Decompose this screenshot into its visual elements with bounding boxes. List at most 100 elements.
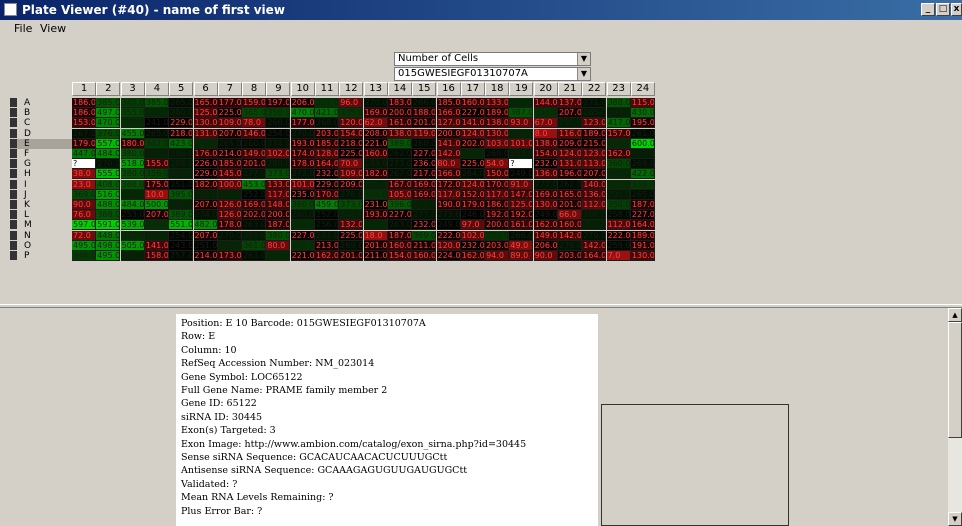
well-cell[interactable]: 49.0 [509, 240, 534, 251]
well-cell[interactable]: 270.0 [96, 159, 121, 170]
well-cell[interactable]: 186.0 [485, 200, 510, 210]
well-cell[interactable]: 232.0 [412, 220, 437, 231]
well-cell[interactable]: 119.0 [412, 128, 437, 139]
well-cell[interactable]: 261.0 [630, 128, 655, 139]
well-cell[interactable]: 380.0 [120, 179, 145, 190]
well-cell[interactable]: 170.0 [315, 189, 339, 200]
well-cell[interactable]: 484.0 [96, 149, 121, 159]
well-cell[interactable]: 66.0 [558, 210, 582, 221]
well-cell[interactable]: 270.0 [363, 98, 388, 108]
well-cell[interactable]: 518.0 [120, 159, 145, 170]
well-cell[interactable]: 277.0 [242, 169, 267, 180]
well-cell[interactable]: 360.0 [606, 159, 631, 170]
well-cell[interactable]: 470.0 [290, 108, 315, 119]
well-cell[interactable]: 214.0 [217, 149, 242, 159]
well-cell[interactable]: 180.0 [120, 138, 145, 149]
well-cell[interactable]: 232.0 [315, 169, 339, 180]
well-cell[interactable]: 241.0 [144, 118, 169, 129]
column-header-14[interactable]: 14 [387, 82, 412, 96]
well-cell[interactable]: 350.0 [266, 108, 291, 119]
well-cell[interactable]: 193.0 [290, 138, 315, 149]
well-cell[interactable]: 185.0 [436, 98, 461, 108]
well-cell[interactable]: 186.0 [72, 108, 96, 119]
well-cell[interactable]: 500.0 [144, 200, 169, 210]
column-header-6[interactable]: 6 [193, 82, 218, 96]
well-cell[interactable]: 164.0 [630, 220, 655, 231]
column-header-23[interactable]: 23 [606, 82, 631, 96]
column-header-22[interactable]: 22 [582, 82, 607, 96]
well-cell[interactable]: 388.0 [96, 210, 121, 221]
well-cell[interactable]: 266.0 [509, 230, 534, 241]
well-cell[interactable]: 329.0 [485, 230, 510, 241]
well-cell[interactable]: 227.0 [387, 210, 412, 221]
well-cell[interactable]: 254.0 [266, 128, 291, 139]
well-cell[interactable]: 97.0 [460, 220, 485, 231]
well-cell[interactable]: 269.0 [630, 159, 655, 170]
close-button[interactable]: x [951, 3, 962, 16]
well-cell[interactable]: 279.0 [558, 240, 582, 251]
well-cell[interactable]: 495.0 [72, 240, 96, 251]
well-cell[interactable]: 117.0 [266, 189, 291, 200]
well-cell[interactable]: 380.0 [120, 169, 145, 180]
well-cell[interactable]: 169.0 [363, 108, 388, 119]
well-cell[interactable]: 311.0 [606, 169, 631, 180]
well-cell[interactable]: 188.0 [412, 108, 437, 119]
column-header-2[interactable]: 2 [96, 82, 121, 96]
well-cell[interactable]: 200.0 [266, 210, 291, 221]
well-cell[interactable]: 93.0 [509, 118, 534, 129]
well-cell[interactable]: 299.0 [412, 200, 437, 210]
well-cell[interactable]: 300.0 [193, 189, 218, 200]
well-cell[interactable]: 274.0 [193, 210, 218, 221]
well-cell[interactable]: 271.0 [582, 98, 607, 108]
row-header-D[interactable]: D [10, 128, 72, 139]
well-cell[interactable]: 213.0 [315, 240, 339, 251]
well-cell[interactable]: 551.0 [169, 220, 194, 231]
well-cell[interactable]: 185.0 [315, 138, 339, 149]
well-cell[interactable]: 266.0 [266, 118, 291, 129]
well-cell[interactable]: 160.0 [558, 220, 582, 231]
well-cell[interactable]: 203.0 [485, 240, 510, 251]
row-header-J[interactable]: J [10, 189, 72, 200]
well-cell[interactable]: 277.0 [533, 179, 558, 190]
well-cell[interactable]: 227.0 [412, 149, 437, 159]
well-cell[interactable]: 96.0 [339, 98, 364, 108]
well-cell[interactable]: 161.0 [509, 220, 534, 231]
well-cell[interactable]: 155.0 [144, 159, 169, 170]
well-cell[interactable]: 133.0 [485, 98, 510, 108]
chevron-down-icon[interactable]: ▼ [577, 68, 590, 80]
well-cell[interactable]: 136.0 [533, 169, 558, 180]
well-cell[interactable]: 152.0 [460, 189, 485, 200]
well-cell[interactable]: 249.0 [436, 220, 461, 231]
row-header-F[interactable]: F [10, 149, 72, 159]
well-cell[interactable]: 137.0 [558, 98, 582, 108]
well-cell[interactable]: 389.0 [169, 210, 194, 221]
well-cell[interactable]: 288.0 [169, 159, 194, 170]
well-cell[interactable]: 206.0 [533, 240, 558, 251]
well-cell[interactable]: 218.0 [339, 138, 364, 149]
well-cell[interactable]: 488.0 [96, 200, 121, 210]
well-cell[interactable]: 62.0 [363, 118, 388, 129]
metric-select[interactable]: Number of Cells ▼ [394, 52, 591, 66]
well-cell[interactable]: 251.0 [169, 179, 194, 190]
well-cell[interactable]: 202.0 [460, 138, 485, 149]
well-cell[interactable]: 355.0 [120, 108, 145, 119]
chevron-down-icon[interactable]: ▼ [577, 53, 590, 65]
well-cell[interactable]: 302.0 [169, 169, 194, 180]
well-cell[interactable]: 417.0 [606, 118, 631, 129]
well-cell[interactable]: 222.0 [606, 230, 631, 241]
well-cell[interactable]: 169.0 [242, 200, 267, 210]
well-cell[interactable]: 201.0 [339, 251, 364, 261]
well-cell[interactable]: 207.0 [582, 169, 607, 180]
well-cell[interactable]: 141.0 [144, 240, 169, 251]
well-cell[interactable]: 236.0 [412, 159, 437, 170]
well-cell[interactable]: 154.0 [387, 251, 412, 261]
well-cell[interactable]: 422.0 [630, 169, 655, 180]
well-cell[interactable]: 347.0 [144, 138, 169, 149]
well-cell[interactable]: 221.0 [290, 251, 315, 261]
well-cell[interactable]: 169.0 [412, 189, 437, 200]
well-cell[interactable]: 311.0 [266, 251, 291, 261]
well-cell[interactable]: 318.0 [606, 179, 631, 190]
well-cell[interactable]: 280.0 [169, 108, 194, 119]
well-cell[interactable]: 320.0 [120, 118, 145, 129]
well-cell[interactable]: 225.0 [339, 230, 364, 241]
